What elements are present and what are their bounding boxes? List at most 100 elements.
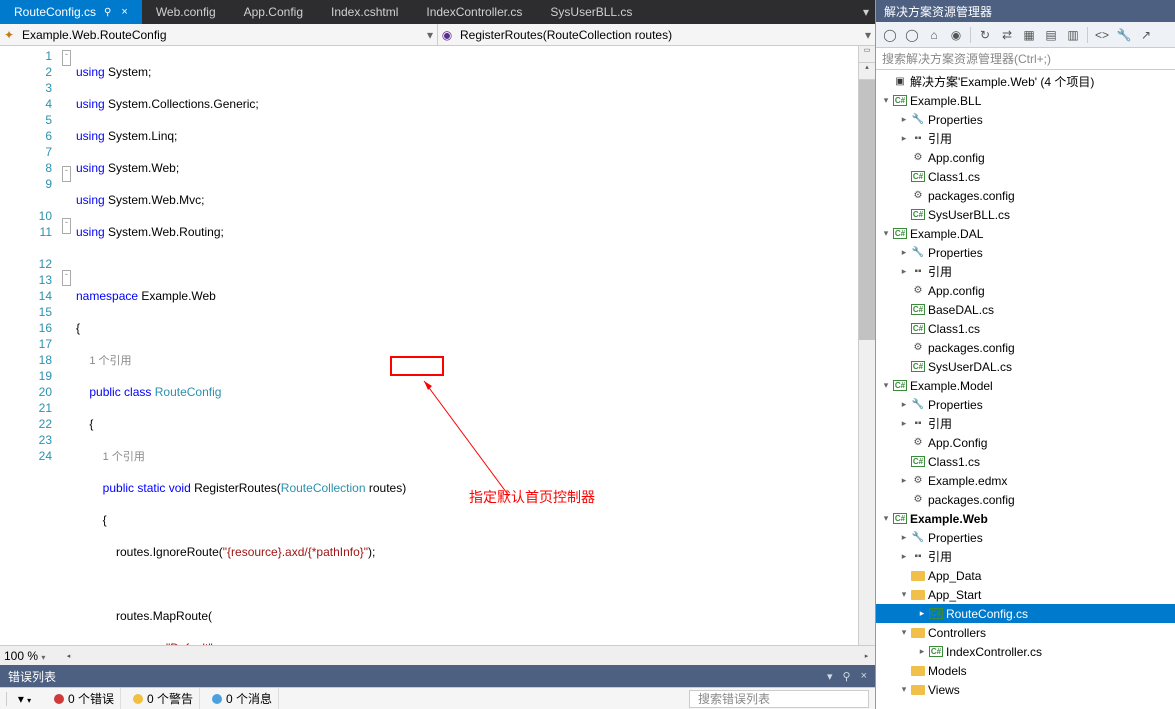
tree-node[interactable]: ▸🔧Properties (876, 110, 1175, 129)
back-icon[interactable]: ◯ (880, 25, 900, 45)
codelens-references[interactable]: 1 个引用 (89, 355, 131, 367)
expand-toggle[interactable]: ▸ (898, 114, 910, 125)
expand-toggle[interactable]: ▸ (898, 399, 910, 410)
horizontal-scrollbar[interactable]: ◂ ▸ (60, 652, 875, 660)
tab-indexcshtml[interactable]: Index.cshtml (317, 0, 412, 24)
tab-routeconfig[interactable]: RouteConfig.cs ⚲ × (0, 0, 142, 24)
tree-node[interactable]: ▾C#Example.Web (876, 509, 1175, 528)
tree-node[interactable]: ▸Models (876, 661, 1175, 680)
zoom-level[interactable]: 100 % ▾ (0, 649, 60, 663)
expand-toggle[interactable]: ▾ (880, 380, 892, 391)
expand-toggle[interactable]: ▸ (898, 247, 910, 258)
tree-node[interactable]: ▸⚙App.config (876, 281, 1175, 300)
tree-node[interactable]: ▾Views (876, 680, 1175, 699)
tree-node[interactable]: ▾App_Start (876, 585, 1175, 604)
wrench-icon[interactable]: 🔧 (1114, 25, 1134, 45)
scroll-up-icon[interactable]: ▴ (859, 63, 875, 80)
code-editor[interactable]: 1 2 3 4 5 6 7 8 9 10 11 12 13 14 15 16 1… (0, 46, 875, 645)
expand-toggle[interactable]: ▾ (880, 513, 892, 524)
tree-node[interactable]: ▾C#Example.BLL (876, 91, 1175, 110)
tab-webconfig[interactable]: Web.config (142, 0, 230, 24)
tree-node[interactable]: ▸C#Class1.cs (876, 319, 1175, 338)
show-all-icon[interactable]: ▦ (1019, 25, 1039, 45)
fold-toggle[interactable]: - (62, 166, 71, 182)
tree-node[interactable]: ▸▪▪引用 (876, 262, 1175, 281)
expand-toggle[interactable]: ▸ (898, 551, 910, 562)
tab-overflow-icon[interactable]: ▾ (863, 5, 869, 19)
tree-node[interactable]: ▾C#Example.DAL (876, 224, 1175, 243)
scroll-left-icon[interactable]: ◂ (60, 652, 77, 660)
close-icon[interactable]: × (121, 6, 127, 18)
pin-icon[interactable]: ⚲ (104, 7, 111, 18)
fold-toggle[interactable]: - (62, 50, 71, 66)
more-icon[interactable]: ↗ (1136, 25, 1156, 45)
tree-node[interactable]: ▸C#SysUserDAL.cs (876, 357, 1175, 376)
tree-node[interactable]: ▸🔧Properties (876, 243, 1175, 262)
tree-node[interactable]: ▾Controllers (876, 623, 1175, 642)
expand-toggle[interactable]: ▸ (916, 608, 928, 619)
error-search-input[interactable]: 搜索错误列表 (689, 690, 869, 708)
error-list-header[interactable]: 错误列表 ▾ ⚲ × (0, 665, 875, 687)
warnings-filter[interactable]: 0 个警告 (127, 688, 200, 709)
tree-node[interactable]: ▸🔧Properties (876, 528, 1175, 547)
solution-tree[interactable]: ▸▣解决方案'Example.Web' (4 个项目)▾C#Example.BL… (876, 70, 1175, 709)
fold-toggle[interactable]: - (62, 270, 71, 286)
code-area[interactable]: using System; using System.Collections.G… (74, 46, 858, 645)
expand-toggle[interactable]: ▸ (898, 532, 910, 543)
home-icon[interactable]: ⌂ (924, 25, 944, 45)
refresh-icon[interactable]: ↻ (975, 25, 995, 45)
solution-search-input[interactable]: 搜索解决方案资源管理器(Ctrl+;) (876, 48, 1175, 70)
tree-node[interactable]: ▸⚙packages.config (876, 338, 1175, 357)
tree-node[interactable]: ▸⚙packages.config (876, 186, 1175, 205)
tree-node[interactable]: ▸C#RouteConfig.cs (876, 604, 1175, 623)
expand-toggle[interactable]: ▾ (880, 228, 892, 239)
scroll-right-icon[interactable]: ▸ (858, 652, 875, 660)
pin-icon[interactable]: ⚲ (843, 670, 851, 683)
expand-toggle[interactable]: ▸ (898, 133, 910, 144)
tab-appconfig[interactable]: App.Config (230, 0, 317, 24)
tree-node[interactable]: ▸C#IndexController.cs (876, 642, 1175, 661)
tree-node[interactable]: ▸⚙Example.edmx (876, 471, 1175, 490)
properties-icon[interactable]: ▤ (1041, 25, 1061, 45)
type-navigator[interactable]: Example.Web.RouteConfig ▾ (18, 24, 438, 45)
solution-explorer-title[interactable]: 解决方案资源管理器 (876, 0, 1175, 22)
tree-node[interactable]: ▸⚙App.config (876, 148, 1175, 167)
vertical-scrollbar[interactable]: ▭ ▴ (858, 46, 875, 645)
tree-node[interactable]: ▸C#Class1.cs (876, 167, 1175, 186)
tree-node[interactable]: ▸C#Class1.cs (876, 452, 1175, 471)
expand-toggle[interactable]: ▸ (898, 418, 910, 429)
sync-icon[interactable]: ◉ (946, 25, 966, 45)
expand-toggle[interactable]: ▸ (898, 266, 910, 277)
forward-icon[interactable]: ◯ (902, 25, 922, 45)
tree-node[interactable]: ▸⚙App.Config (876, 433, 1175, 452)
filter-dropdown[interactable]: ▾ ▾ (6, 692, 42, 706)
fold-toggle[interactable]: - (62, 218, 71, 234)
code-icon[interactable]: <> (1092, 25, 1112, 45)
expand-toggle[interactable]: ▾ (898, 684, 910, 695)
messages-filter[interactable]: 0 个消息 (206, 688, 279, 709)
tab-sysuserbll[interactable]: SysUserBLL.cs (536, 0, 646, 24)
collapse-icon[interactable]: ⇄ (997, 25, 1017, 45)
dropdown-icon[interactable]: ▾ (827, 670, 833, 683)
codelens-references[interactable]: 1 个引用 (103, 451, 145, 463)
expand-toggle[interactable]: ▸ (916, 646, 928, 657)
expand-toggle[interactable]: ▾ (898, 627, 910, 638)
tree-node[interactable]: ▸C#BaseDAL.cs (876, 300, 1175, 319)
expand-toggle[interactable]: ▾ (898, 589, 910, 600)
tree-node[interactable]: ▾C#Example.Model (876, 376, 1175, 395)
tree-node[interactable]: ▸▪▪引用 (876, 129, 1175, 148)
expand-toggle[interactable]: ▾ (880, 95, 892, 106)
tree-node[interactable]: ▸App_Data (876, 566, 1175, 585)
tree-node[interactable]: ▸⚙packages.config (876, 490, 1175, 509)
tree-node[interactable]: ▸▪▪引用 (876, 547, 1175, 566)
scroll-thumb[interactable] (859, 80, 875, 340)
close-icon[interactable]: × (861, 670, 867, 682)
tree-node[interactable]: ▸▣解决方案'Example.Web' (4 个项目) (876, 72, 1175, 91)
tree-node[interactable]: ▸🔧Properties (876, 395, 1175, 414)
expand-toggle[interactable]: ▸ (898, 475, 910, 486)
scroll-split-icon[interactable]: ▭ (859, 46, 875, 63)
errors-filter[interactable]: 0 个错误 (48, 688, 121, 709)
tree-node[interactable]: ▸C#SysUserBLL.cs (876, 205, 1175, 224)
tree-node[interactable]: ▸▪▪引用 (876, 414, 1175, 433)
tab-indexcontroller[interactable]: IndexController.cs (412, 0, 536, 24)
